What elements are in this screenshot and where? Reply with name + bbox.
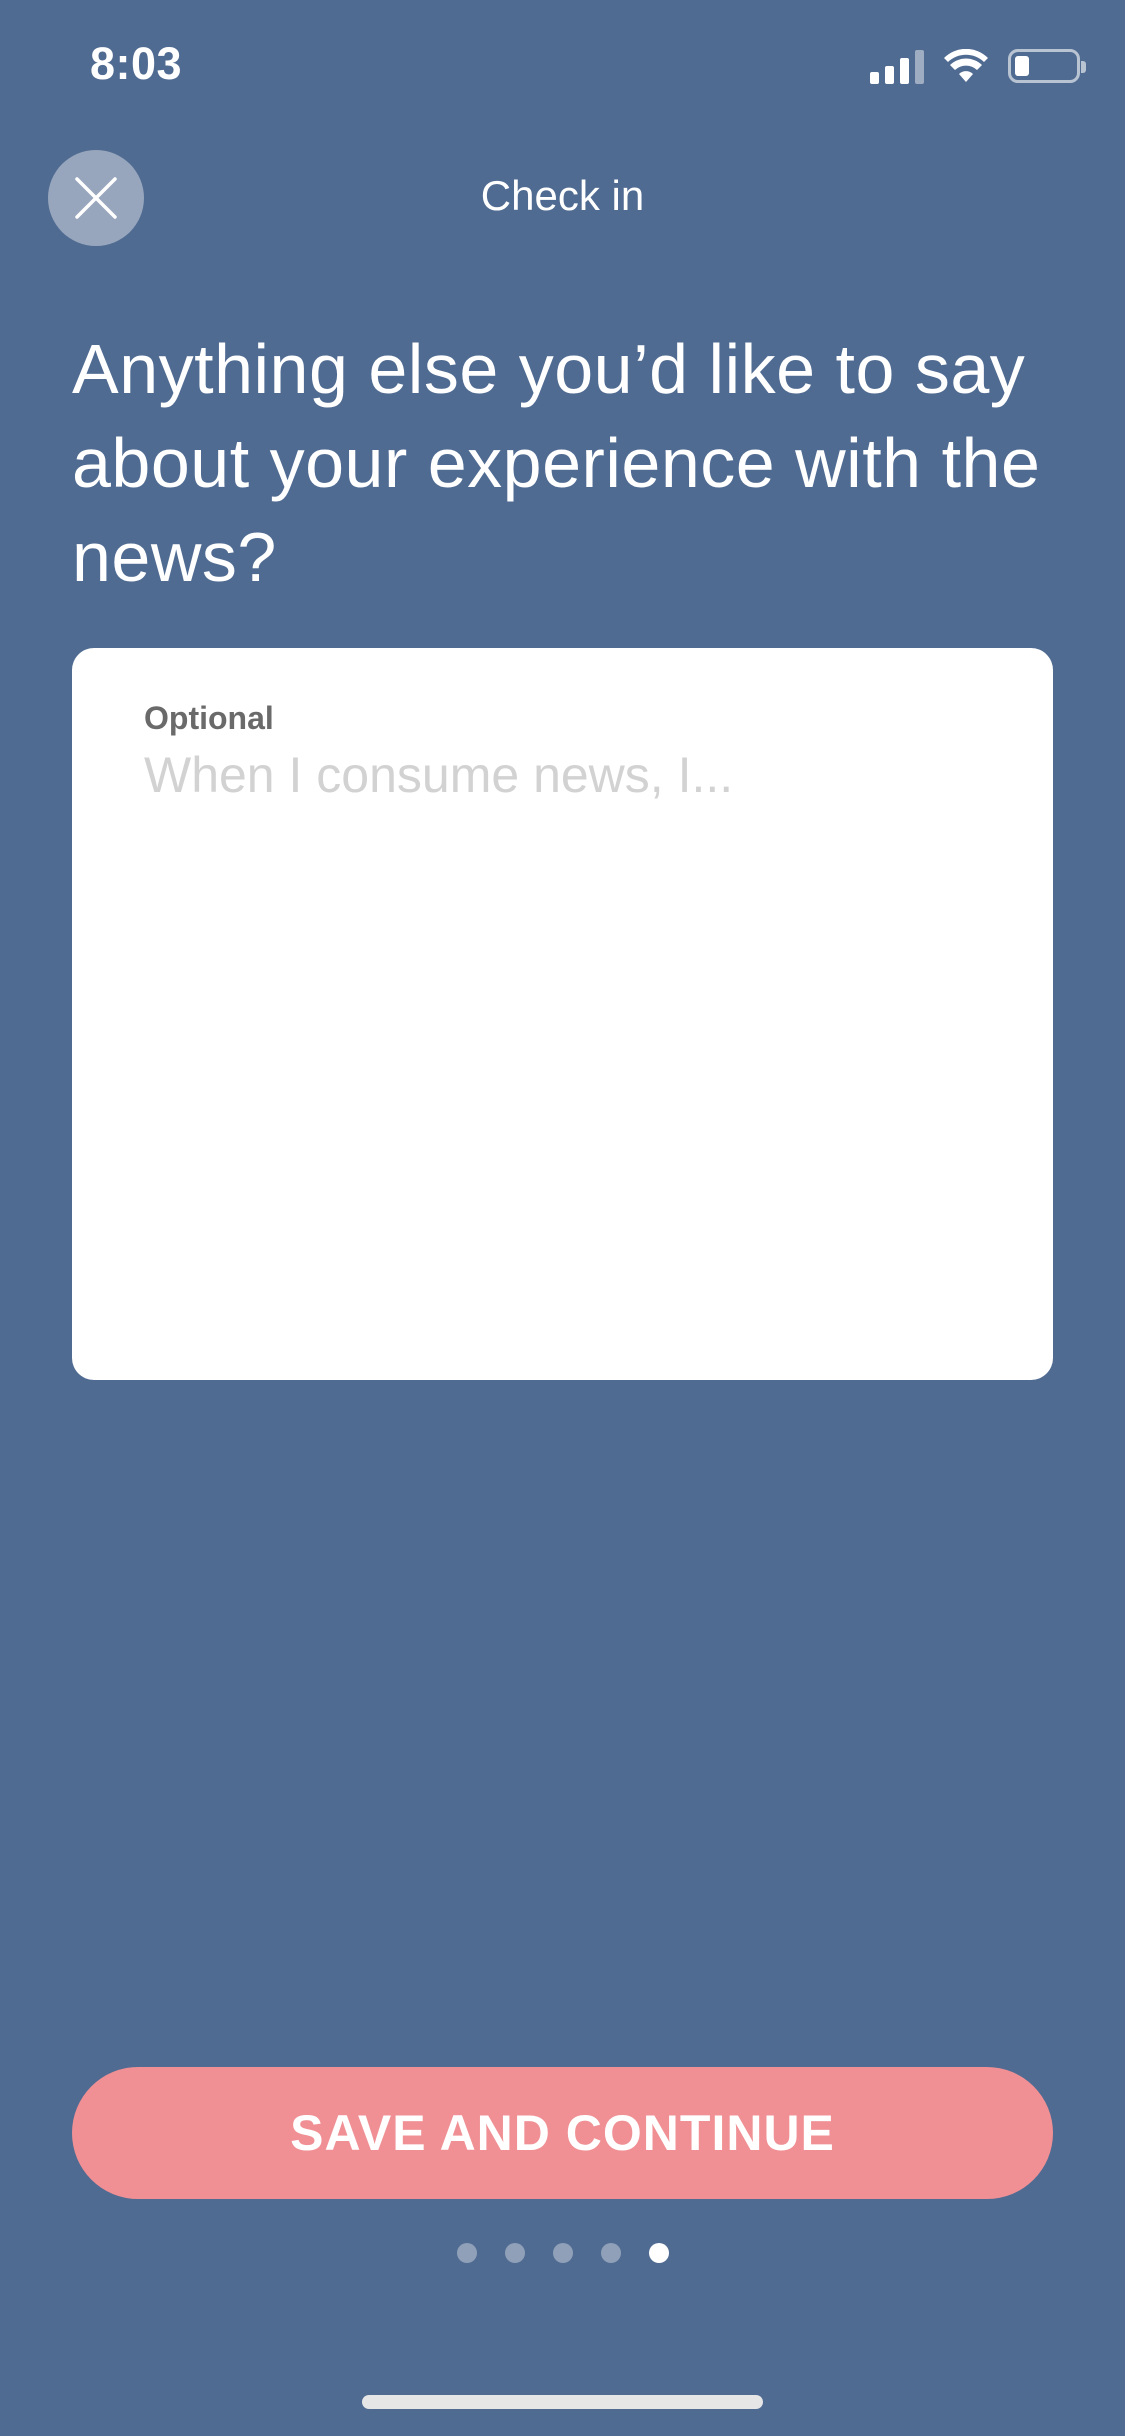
- page-dot-2: [504, 2243, 525, 2263]
- wifi-icon: [944, 49, 988, 82]
- question-heading: Anything else you’d like to say about yo…: [72, 330, 1041, 596]
- page-dot-3: [552, 2243, 573, 2263]
- header-title: Check in: [480, 172, 645, 219]
- cellular-signal-icon: [870, 48, 924, 84]
- status-icons: [870, 48, 1086, 84]
- status-time: 8:03: [90, 38, 183, 89]
- battery-icon: [1008, 49, 1086, 83]
- check-in-screen: 8:03 Check in Anything else you’d like t…: [0, 0, 1125, 2436]
- optional-label: Optional: [144, 700, 274, 736]
- response-card: Optional: [72, 648, 1053, 1380]
- page-dot-4: [600, 2243, 621, 2263]
- pagination-dots: [0, 2243, 1125, 2263]
- save-and-continue-button[interactable]: SAVE AND CONTINUE: [72, 2067, 1053, 2199]
- home-indicator[interactable]: [362, 2395, 763, 2409]
- response-textarea[interactable]: [144, 746, 984, 1306]
- page-dot-5-active: [648, 2243, 669, 2263]
- page-dot-1: [456, 2243, 477, 2263]
